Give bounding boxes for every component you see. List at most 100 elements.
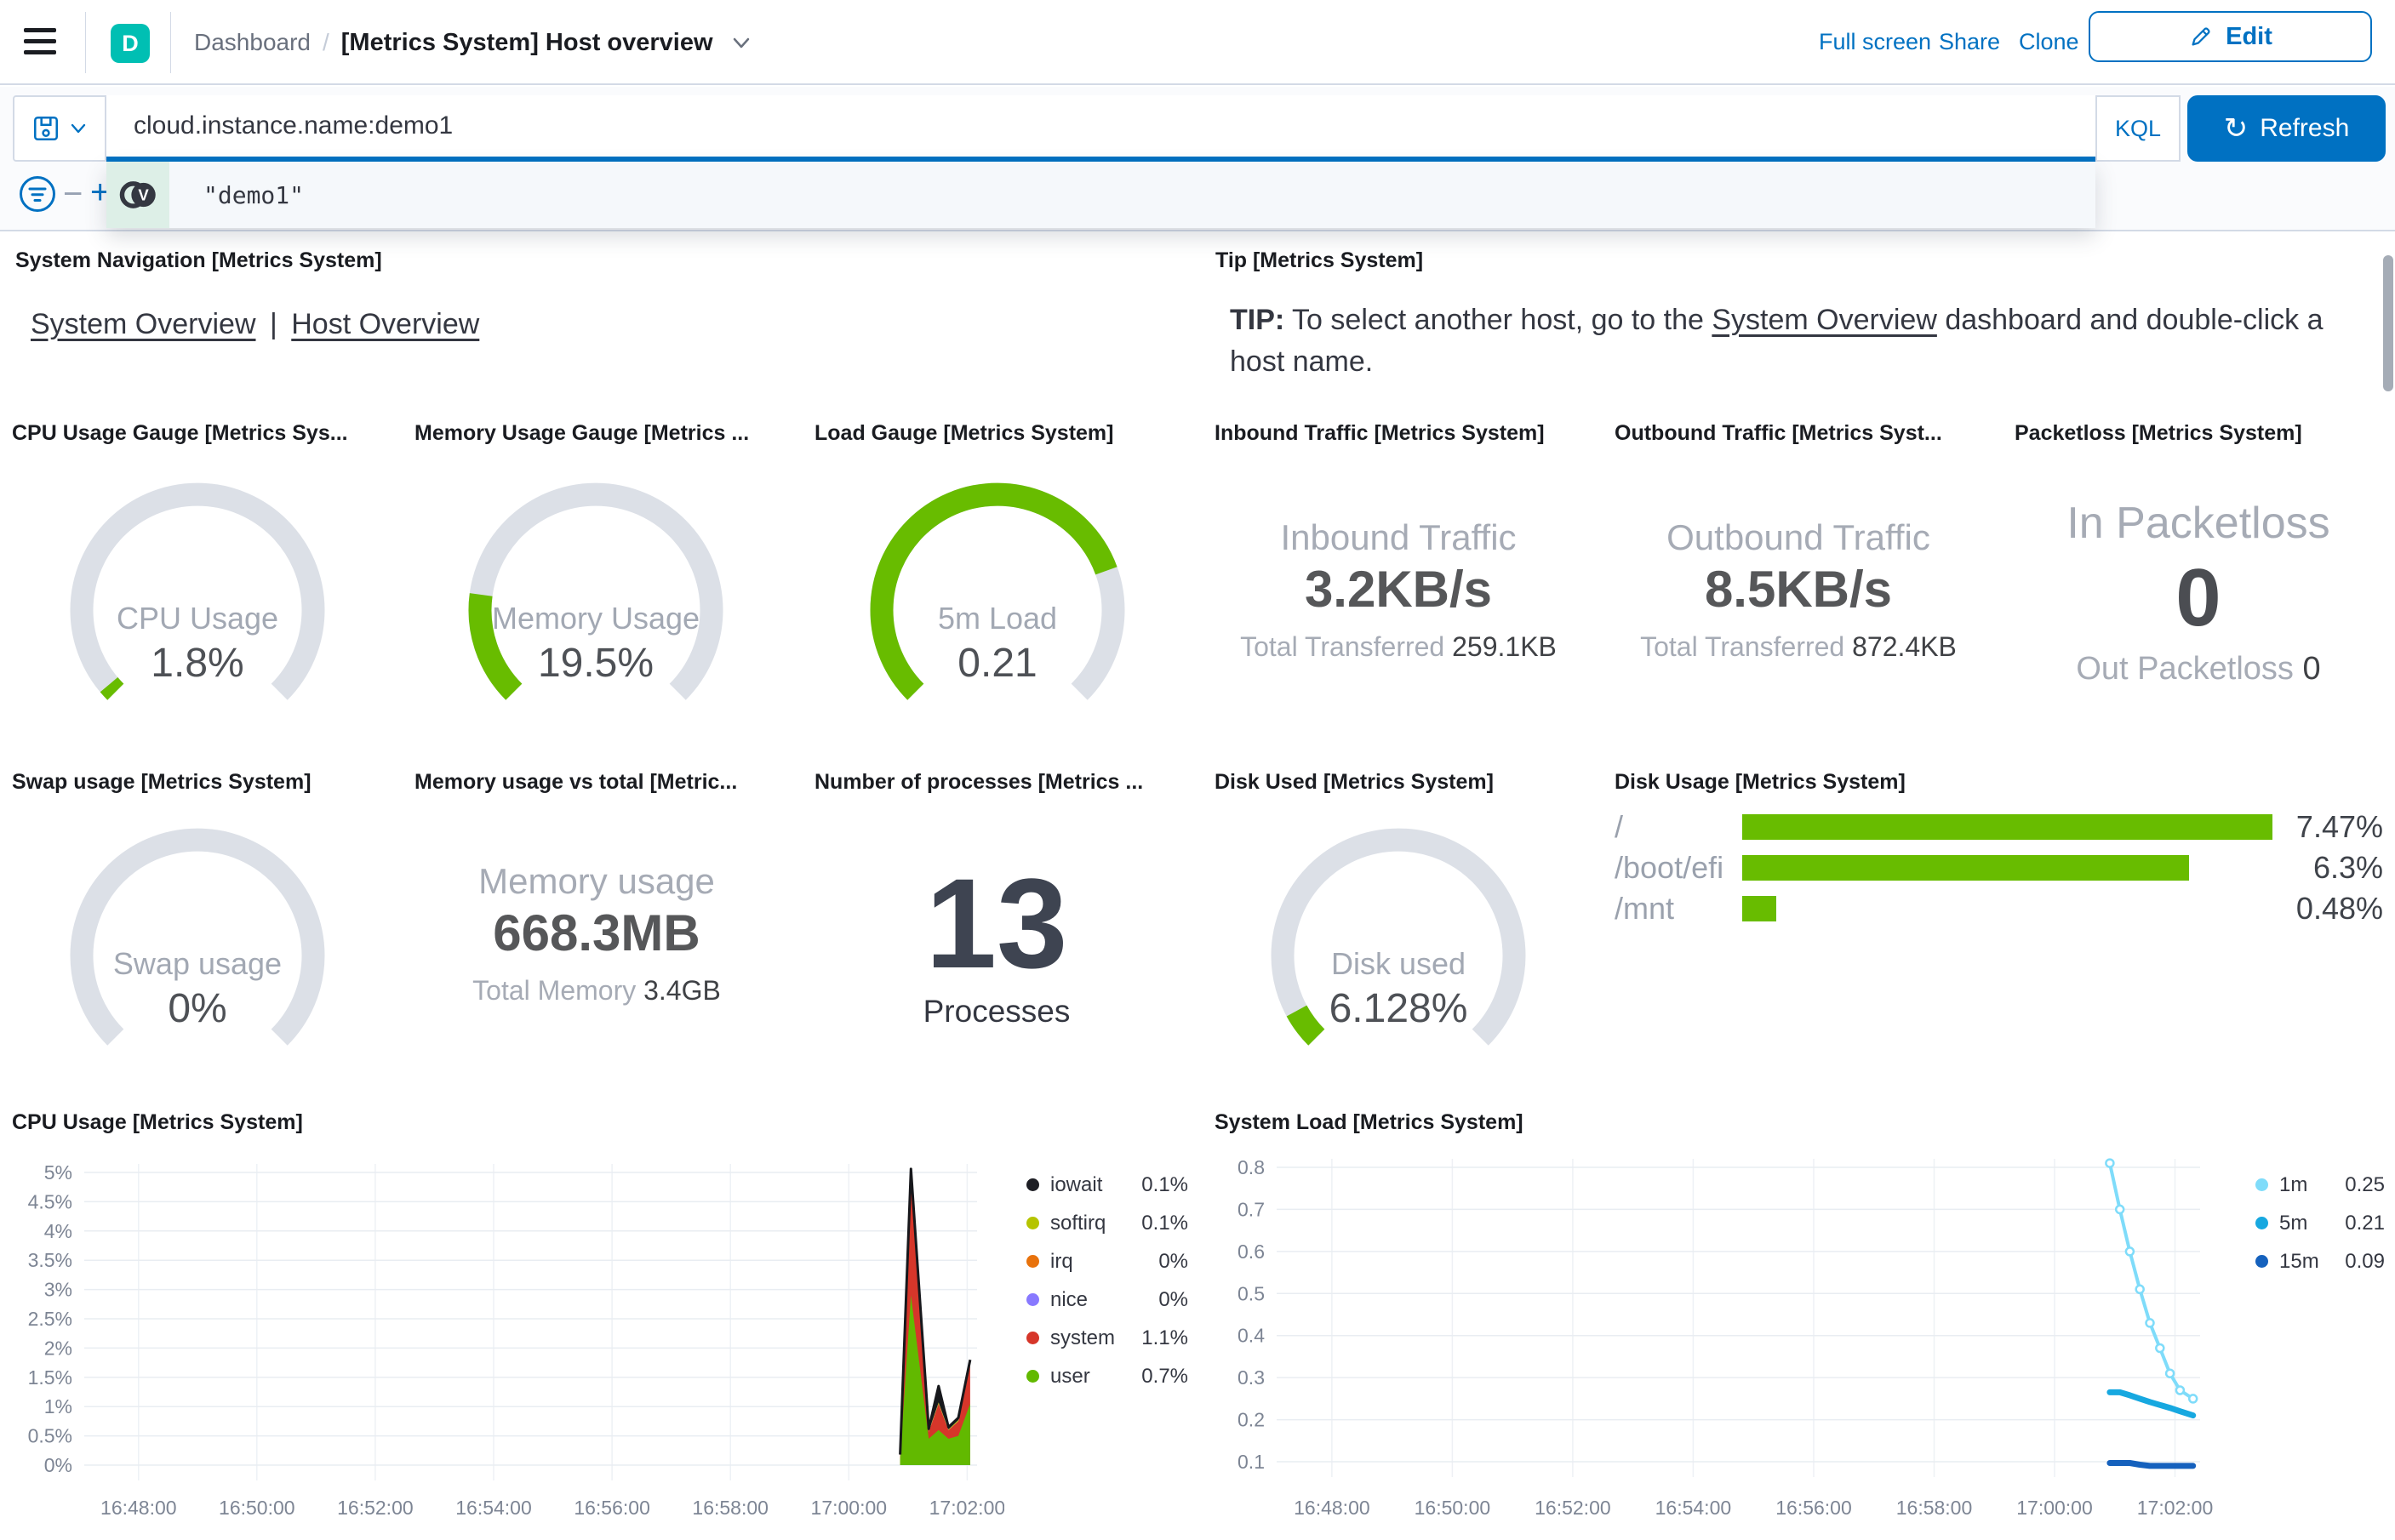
legend-color-dot [2255, 1178, 2268, 1191]
svg-text:0%: 0% [44, 1454, 72, 1476]
legend-color-dot [1026, 1255, 1039, 1268]
panel-title-load-gauge: Load Gauge [Metrics System] [815, 421, 1114, 445]
remove-filter-icon[interactable]: − [63, 175, 83, 214]
filter-menu-icon[interactable] [17, 174, 58, 214]
svg-text:0.5%: 0.5% [28, 1425, 72, 1447]
legend-item-1m[interactable]: 1m 0.25 [2255, 1166, 2385, 1204]
swap-gauge-value: 0% [168, 986, 227, 1031]
svg-text:16:48:00: 16:48:00 [100, 1497, 177, 1519]
outbound-traffic-label: Outbound Traffic [1666, 517, 1930, 557]
breadcrumb-separator: / [322, 29, 329, 55]
query-suggestion-item[interactable]: V "demo1" [106, 162, 2095, 228]
svg-text:0.5: 0.5 [1238, 1282, 1265, 1304]
load-gauge-value: 0.21 [957, 641, 1037, 686]
panel-title-system-navigation: System Navigation [Metrics System] [15, 248, 382, 272]
svg-text:17:02:00: 17:02:00 [929, 1497, 1004, 1519]
disk-usage-row[interactable]: /boot/efi 6.3% [1615, 847, 2383, 888]
packetloss-label: In Packetloss [2066, 499, 2330, 548]
svg-text:0.4: 0.4 [1238, 1325, 1265, 1347]
disk-bar [1742, 855, 2190, 881]
legend-item-5m[interactable]: 5m 0.21 [2255, 1204, 2385, 1242]
svg-text:16:48:00: 16:48:00 [1294, 1497, 1370, 1519]
query-language-button[interactable]: KQL [2095, 95, 2181, 162]
tip-system-overview-link[interactable]: System Overview [1712, 304, 1937, 336]
share-button[interactable]: Share [1939, 29, 2000, 55]
title-chevron-down-icon[interactable] [727, 28, 756, 57]
kql-query-input[interactable] [106, 95, 2095, 157]
refresh-button[interactable]: ↻ Refresh [2187, 95, 2386, 162]
svg-text:16:50:00: 16:50:00 [1415, 1497, 1491, 1519]
svg-text:1%: 1% [44, 1395, 72, 1417]
legend-value: 0.09 [2345, 1249, 2385, 1273]
legend-item-user[interactable]: user 0.7% [1026, 1357, 1188, 1395]
cpu-usage-chart[interactable]: 16:48:00 16:50:00 16:52:00 16:54:00 16:56:00… [0, 1098, 1006, 1540]
breadcrumb-dashboard-link[interactable]: Dashboard [194, 29, 311, 56]
legend-label: user [1050, 1364, 1090, 1388]
saved-query-menu-button[interactable] [13, 95, 106, 162]
legend-item-nice[interactable]: nice 0% [1026, 1280, 1188, 1319]
space-avatar[interactable]: D [111, 24, 150, 63]
legend-value: 0.7% [1141, 1364, 1188, 1388]
edit-button[interactable]: Edit [2089, 11, 2372, 62]
inbound-traffic-total: Total Transferred 259.1KB [1240, 631, 1557, 662]
filter-bar: − + [0, 168, 110, 228]
page-scrollbar-thumb[interactable] [2383, 255, 2393, 391]
disk-usage-row[interactable]: /mnt 0.48% [1615, 888, 2383, 929]
system-overview-link[interactable]: System Overview [31, 308, 256, 340]
svg-text:3.5%: 3.5% [28, 1249, 72, 1271]
legend-value: 0.21 [2345, 1211, 2385, 1235]
svg-text:0.1: 0.1 [1238, 1451, 1265, 1473]
svg-text:16:50:00: 16:50:00 [219, 1497, 295, 1519]
svg-text:0.3: 0.3 [1238, 1366, 1265, 1389]
memory-usage-total: Total Memory 3.4GB [472, 975, 721, 1006]
panel-title-packetloss: Packetloss [Metrics System] [2015, 421, 2302, 445]
svg-text:0.7: 0.7 [1238, 1198, 1265, 1220]
cpu-gauge-label: CPU Usage [116, 601, 279, 636]
suggestion-icon-cell: V [106, 162, 169, 228]
svg-text:V: V [138, 186, 149, 204]
legend-color-dot [1026, 1370, 1039, 1383]
legend-item-15m[interactable]: 15m 0.09 [2255, 1242, 2385, 1280]
system-navigation-links: System Overview | Host Overview [31, 308, 480, 340]
full-screen-button[interactable]: Full screen [1819, 29, 1931, 55]
disk-usage-row[interactable]: / 7.47% [1615, 807, 2383, 847]
suggestion-value: "demo1" [203, 180, 305, 209]
legend-value: 1.1% [1141, 1326, 1188, 1349]
svg-text:5%: 5% [44, 1161, 72, 1184]
panel-title-disk-usage: Disk Usage [Metrics System] [1615, 770, 1906, 794]
panel-title-memory-gauge: Memory Usage Gauge [Metrics ... [414, 421, 750, 445]
legend-item-iowait[interactable]: iowait 0.1% [1026, 1166, 1188, 1204]
cpu-gauge-value: 1.8% [151, 641, 244, 686]
legend-item-irq[interactable]: irq 0% [1026, 1242, 1188, 1280]
panel-title-outbound-traffic: Outbound Traffic [Metrics Syst... [1615, 421, 1942, 445]
svg-text:16:54:00: 16:54:00 [1655, 1497, 1732, 1519]
query-input-wrap [106, 95, 2095, 162]
processes-count: 13 [925, 852, 1068, 995]
disk-percent-value: 0.48% [2295, 891, 2383, 926]
disk-mount-label: /mnt [1615, 891, 1675, 926]
disk-bar-track [1742, 814, 2272, 840]
memory-gauge-value: 19.5% [537, 641, 654, 686]
legend-label: system [1050, 1326, 1116, 1349]
system-load-chart[interactable]: 16:48:00 16:50:00 16:52:00 16:54:00 16:56:00… [1192, 1098, 2230, 1540]
svg-text:16:56:00: 16:56:00 [574, 1497, 650, 1519]
page-title[interactable]: [Metrics System] Host overview [341, 29, 713, 57]
legend-label: 1m [2279, 1172, 2308, 1196]
memory-usage-label: Memory usage [478, 861, 715, 901]
breadcrumb: Dashboard / [Metrics System] Host overvi… [194, 28, 756, 57]
svg-text:16:58:00: 16:58:00 [692, 1497, 769, 1519]
legend-item-softirq[interactable]: softirq 0.1% [1026, 1204, 1188, 1242]
pencil-icon [2192, 27, 2210, 46]
legend-color-dot [1026, 1178, 1039, 1191]
disk-mount-label: /boot/efi [1615, 850, 1724, 885]
tip-text: TIP: To select another host, go to the S… [1230, 304, 2324, 378]
host-overview-link[interactable]: Host Overview [291, 308, 479, 340]
legend-item-system[interactable]: system 1.1% [1026, 1319, 1188, 1357]
clone-button[interactable]: Clone [2019, 29, 2079, 55]
svg-text:2%: 2% [44, 1337, 72, 1359]
menu-hamburger-icon[interactable] [24, 21, 56, 61]
svg-text:17:02:00: 17:02:00 [2137, 1497, 2214, 1519]
header-divider [85, 12, 86, 73]
disk-percent-value: 6.3% [2312, 850, 2383, 885]
packetloss-secondary: Out Packetloss 0 [2076, 651, 2321, 687]
